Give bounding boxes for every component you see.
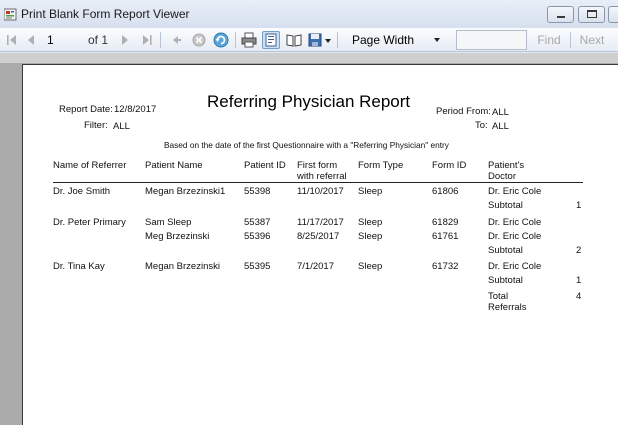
table-cell-first-form: 8/25/2017 <box>297 231 340 242</box>
period-from-value: ALL <box>492 107 509 118</box>
maximize-icon <box>587 10 597 18</box>
last-page-icon[interactable] <box>138 31 156 49</box>
toolbar-separator <box>570 32 571 48</box>
chevron-down-icon[interactable] <box>434 38 440 42</box>
stop-icon[interactable] <box>190 31 208 49</box>
export-icon[interactable] <box>307 31 325 49</box>
table-cell-form-type: Sleep <box>358 186 383 197</box>
table-cell-form-id: 61732 <box>432 261 459 272</box>
minimize-button[interactable] <box>547 6 574 23</box>
subtotal-value: 1 <box>576 200 582 211</box>
table-cell-first-form: 11/10/2017 <box>297 186 344 197</box>
zoom-value: Page Width <box>352 33 415 47</box>
table-cell-form-id: 61761 <box>432 231 459 242</box>
zoom-select[interactable]: Page Width <box>344 30 448 50</box>
minimize-icon <box>557 16 565 18</box>
table-cell-patient-id: 55396 <box>244 231 271 242</box>
search-input[interactable] <box>456 30 527 50</box>
print-layout-button[interactable] <box>262 31 280 49</box>
column-header-referrer: Name of Referrer <box>53 160 127 171</box>
toolbar-separator <box>337 32 338 48</box>
column-header-patient: Patient Name <box>145 160 203 171</box>
page-count-label: of 1 <box>88 33 109 47</box>
to-label: To: <box>475 120 488 131</box>
page-setup-icon[interactable] <box>285 31 303 49</box>
total-label-2: Referrals <box>488 302 527 313</box>
report-date-label: Report Date: <box>59 104 113 115</box>
subtotal-value: 2 <box>576 245 582 256</box>
subtotal-value: 1 <box>576 275 582 286</box>
total-value: 4 <box>576 291 582 302</box>
table-cell-patient: Sam Sleep <box>145 217 192 228</box>
column-header-patient-id: Patient ID <box>244 160 286 171</box>
table-cell-doctor: Dr. Eric Cole <box>488 261 542 272</box>
period-from-label: Period From: <box>436 106 491 117</box>
table-cell-form-type: Sleep <box>358 261 383 272</box>
column-header-first-form: First form <box>297 160 338 171</box>
subtotal-label: Subtotal <box>488 200 523 211</box>
filter-label: Filter: <box>84 120 108 131</box>
next-page-icon[interactable] <box>116 31 134 49</box>
table-cell-patient-id: 55398 <box>244 186 271 197</box>
table-cell-doctor: Dr. Eric Cole <box>488 231 542 242</box>
previous-page-icon[interactable] <box>22 31 40 49</box>
page-number-input[interactable] <box>44 31 82 49</box>
table-cell-referrer: Dr. Peter Primary <box>53 217 126 228</box>
column-header-first-form-2: with referral <box>297 171 347 182</box>
table-cell-doctor: Dr. Eric Cole <box>488 186 542 197</box>
title-bar: Print Blank Form Report Viewer <box>0 0 618 28</box>
report-toolbar: of 1 <box>0 28 618 52</box>
report-viewer-window: Print Blank Form Report Viewer of 1 <box>0 0 618 425</box>
table-cell-form-id: 61829 <box>432 217 459 228</box>
subtotal-label: Subtotal <box>488 245 523 256</box>
viewport-strip <box>0 53 618 63</box>
table-cell-first-form: 11/17/2017 <box>297 217 344 228</box>
first-page-icon[interactable] <box>3 31 21 49</box>
subtotal-label: Subtotal <box>488 275 523 286</box>
column-header-doctor-2: Doctor <box>488 171 516 182</box>
chevron-down-icon[interactable] <box>325 39 331 43</box>
table-cell-patient: Megan Brzezinski <box>145 261 220 272</box>
column-header-form-id: Form ID <box>432 160 467 171</box>
print-layout-icon <box>265 33 277 47</box>
report-date-value: 12/8/2017 <box>114 104 157 115</box>
total-label: Total <box>488 291 509 302</box>
toolbar-separator <box>235 32 236 48</box>
table-cell-patient: Megan Brzezinski1 <box>145 186 226 197</box>
column-header-doctor: Patient's <box>488 160 525 171</box>
find-button[interactable]: Find <box>534 30 564 50</box>
toolbar-separator <box>160 32 161 48</box>
maximize-button[interactable] <box>578 6 605 23</box>
refresh-icon[interactable] <box>212 31 230 49</box>
print-icon[interactable] <box>240 31 258 49</box>
table-cell-patient-id: 55395 <box>244 261 271 272</box>
to-value: ALL <box>492 121 509 132</box>
header-divider <box>53 182 583 183</box>
report-viewport[interactable]: Report Date: 12/8/2017 Referring Physici… <box>0 53 618 425</box>
close-button[interactable] <box>608 6 618 23</box>
table-cell-patient: Meg Brzezinski <box>145 231 210 242</box>
table-cell-form-id: 61806 <box>432 186 459 197</box>
table-cell-referrer: Dr. Tina Kay <box>53 261 105 272</box>
table-cell-patient-id: 55387 <box>244 217 271 228</box>
back-icon[interactable] <box>167 31 185 49</box>
app-icon <box>4 8 17 21</box>
filter-value: ALL <box>113 121 130 132</box>
table-cell-first-form: 7/1/2017 <box>297 261 334 272</box>
report-title: Referring Physician Report <box>207 92 411 111</box>
table-cell-doctor: Dr. Eric Cole <box>488 217 542 228</box>
table-cell-form-type: Sleep <box>358 231 383 242</box>
find-next-button[interactable]: Next <box>577 30 607 50</box>
window-title: Print Blank Form Report Viewer <box>21 7 190 21</box>
report-subtitle: Based on the date of the first Questionn… <box>164 140 449 150</box>
table-cell-referrer: Dr. Joe Smith <box>53 186 111 197</box>
report-page: Report Date: 12/8/2017 Referring Physici… <box>22 64 618 425</box>
column-header-form-type: Form Type <box>358 160 404 171</box>
table-cell-form-type: Sleep <box>358 217 383 228</box>
